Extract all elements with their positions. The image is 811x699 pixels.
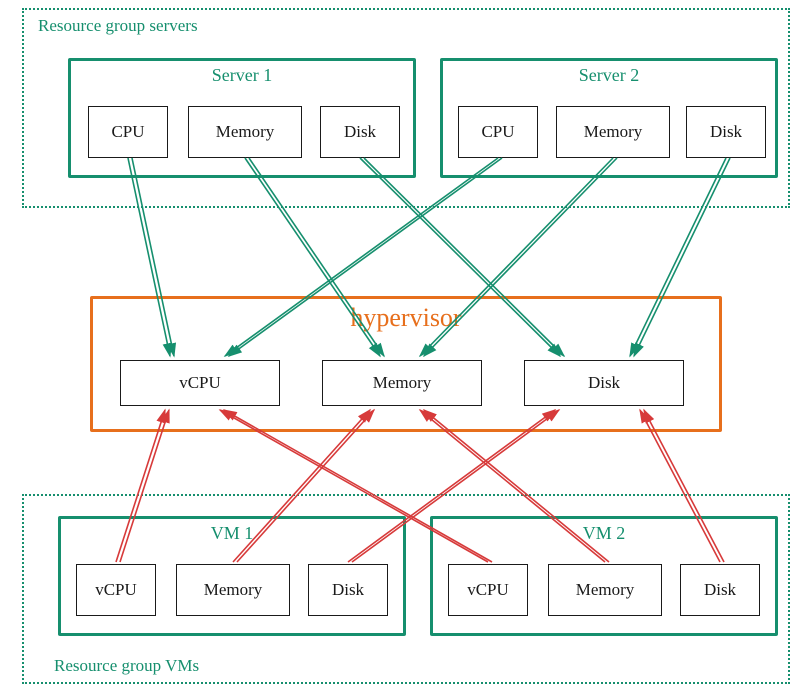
vm2-disk: Disk bbox=[680, 564, 760, 616]
vm1-vcpu: vCPU bbox=[76, 564, 156, 616]
vm1-memory: Memory bbox=[176, 564, 290, 616]
vm1-title: VM 1 bbox=[61, 519, 403, 544]
server2-cpu: CPU bbox=[458, 106, 538, 158]
server1-disk: Disk bbox=[320, 106, 400, 158]
vm1-disk: Disk bbox=[308, 564, 388, 616]
hypervisor-vcpu: vCPU bbox=[120, 360, 280, 406]
group-servers-label: Resource group servers bbox=[38, 16, 198, 36]
hypervisor-disk: Disk bbox=[524, 360, 684, 406]
hypervisor-memory: Memory bbox=[322, 360, 482, 406]
server2-memory: Memory bbox=[556, 106, 670, 158]
vm2-memory: Memory bbox=[548, 564, 662, 616]
server1-cpu: CPU bbox=[88, 106, 168, 158]
vm2-title: VM 2 bbox=[433, 519, 775, 544]
group-vms-label: Resource group VMs bbox=[54, 656, 199, 676]
server2-title: Server 2 bbox=[443, 61, 775, 86]
server1-memory: Memory bbox=[188, 106, 302, 158]
server2-disk: Disk bbox=[686, 106, 766, 158]
vm2-vcpu: vCPU bbox=[448, 564, 528, 616]
hypervisor-title: hypervisor bbox=[93, 299, 719, 333]
server1-title: Server 1 bbox=[71, 61, 413, 86]
